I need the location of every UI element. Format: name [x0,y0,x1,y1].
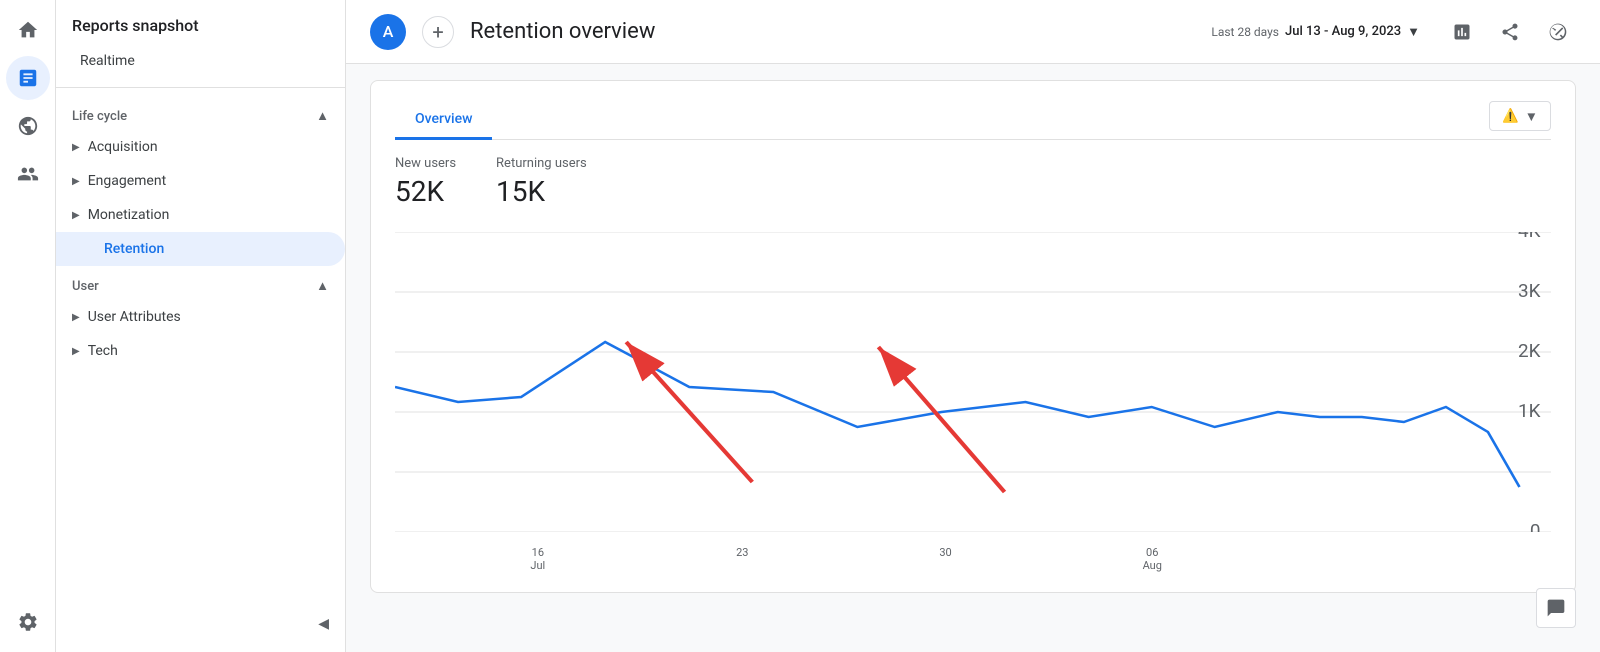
dropdown-icon: ▼ [1525,109,1538,124]
returning-users-metric: Returning users 15K [496,156,587,208]
settings-icon-btn[interactable] [6,600,50,644]
share-btn[interactable] [1492,14,1528,50]
sidebar-divider [56,87,345,88]
user-attributes-label: User Attributes [88,309,181,325]
svg-text:1K: 1K [1518,400,1541,421]
x-label-16jul: 16 Jul [530,546,545,572]
monetization-label: Monetization [88,207,170,223]
x-label-23: 23 [736,546,748,572]
chart-type-btn[interactable] [1444,14,1480,50]
x-label-end [1353,546,1356,572]
dropdown-icon: ▼ [1407,24,1420,40]
svg-text:0: 0 [1530,520,1541,532]
tab-overview[interactable]: Overview [395,101,492,140]
sidebar-item-tech[interactable]: ▶ Tech [56,334,345,368]
acquisition-label: Acquisition [88,139,158,155]
svg-text:4K: 4K [1518,232,1541,242]
line-chart: 4K 3K 2K 1K 0 [395,232,1551,532]
date-range-prefix: Last 28 days [1211,25,1279,39]
svg-text:3K: 3K [1518,280,1541,301]
metrics-row: New users 52K Returning users 15K [395,156,1551,208]
avatar[interactable]: A [370,14,406,50]
chevron-left-icon: ◀ [318,616,329,632]
chevron-right-icon: ▶ [72,346,80,357]
home-icon-btn[interactable] [6,8,50,52]
x-label-06aug: 06 Aug [1143,546,1162,572]
main-header: A + Retention overview Last 28 days Jul … [346,0,1600,64]
chart-card: Overview New users 52K Returning users 1… [370,80,1576,593]
sidebar-item-acquisition[interactable]: ▶ Acquisition [56,130,345,164]
x-axis-labels: 16 Jul 23 30 06 Aug [395,546,1491,572]
x-label-30: 30 [939,546,951,572]
sidebar-item-user-attributes[interactable]: ▶ User Attributes [56,300,345,334]
chevron-right-icon: ▶ [72,210,80,221]
sidebar-collapse-btn[interactable]: ◀ [56,604,345,644]
reports-icon-btn[interactable] [6,56,50,100]
tech-label: Tech [88,343,118,359]
sidebar-item-engagement[interactable]: ▶ Engagement [56,164,345,198]
returning-users-value: 15K [496,175,587,208]
warning-icon: ⚠️ [1502,108,1519,124]
add-comparison-btn[interactable]: + [422,16,454,48]
retention-label: Retention [104,241,164,257]
chevron-right-icon: ▶ [72,312,80,323]
sidebar-item-retention[interactable]: Retention [56,232,345,266]
sidebar-title: Reports snapshot [56,0,345,43]
date-range-btn[interactable]: Last 28 days Jul 13 - Aug 9, 2023 ▼ [1199,18,1432,46]
explore-btn[interactable] [1540,14,1576,50]
page-title: Retention overview [470,19,1183,44]
insights-icon-btn[interactable] [6,104,50,148]
user-section-header: User ▲ [56,266,345,300]
new-users-label: New users [395,156,456,171]
chevron-right-icon: ▶ [72,176,80,187]
chat-btn[interactable] [1536,588,1576,628]
chart-tabs: Overview [395,101,1551,140]
sidebar-item-realtime[interactable]: Realtime [56,43,345,79]
chart-container: 4K 3K 2K 1K 0 [395,232,1551,572]
audiences-icon-btn[interactable] [6,152,50,196]
header-controls: Last 28 days Jul 13 - Aug 9, 2023 ▼ [1199,14,1576,50]
sidebar-title-text: Reports snapshot [72,16,199,35]
engagement-label: Engagement [88,173,166,189]
date-range-value: Jul 13 - Aug 9, 2023 [1285,24,1401,39]
main-scrollable-content: Overview New users 52K Returning users 1… [346,64,1600,652]
warning-btn[interactable]: ⚠️ ▼ [1489,101,1551,131]
new-users-metric: New users 52K [395,156,456,208]
new-users-value: 52K [395,175,456,208]
icon-rail [0,0,56,652]
svg-text:2K: 2K [1518,340,1541,361]
main-content-area: A + Retention overview Last 28 days Jul … [346,0,1600,652]
returning-users-label: Returning users [496,156,587,171]
chevron-right-icon: ▶ [72,142,80,153]
lifecycle-section-header: Life cycle ▲ [56,96,345,130]
sidebar-item-monetization[interactable]: ▶ Monetization [56,198,345,232]
sidebar: Reports snapshot Realtime Life cycle ▲ ▶… [56,0,346,652]
